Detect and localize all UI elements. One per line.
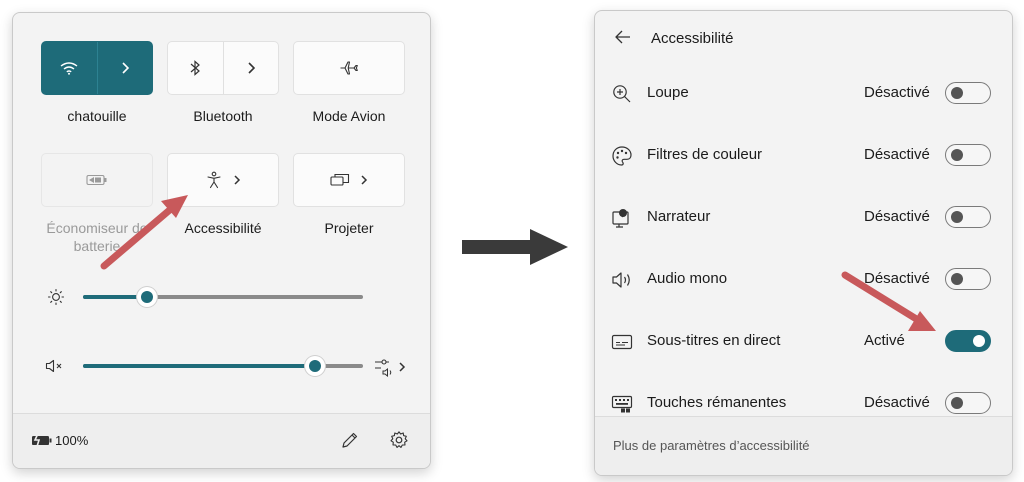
annotation-arrow-right [841,271,936,331]
